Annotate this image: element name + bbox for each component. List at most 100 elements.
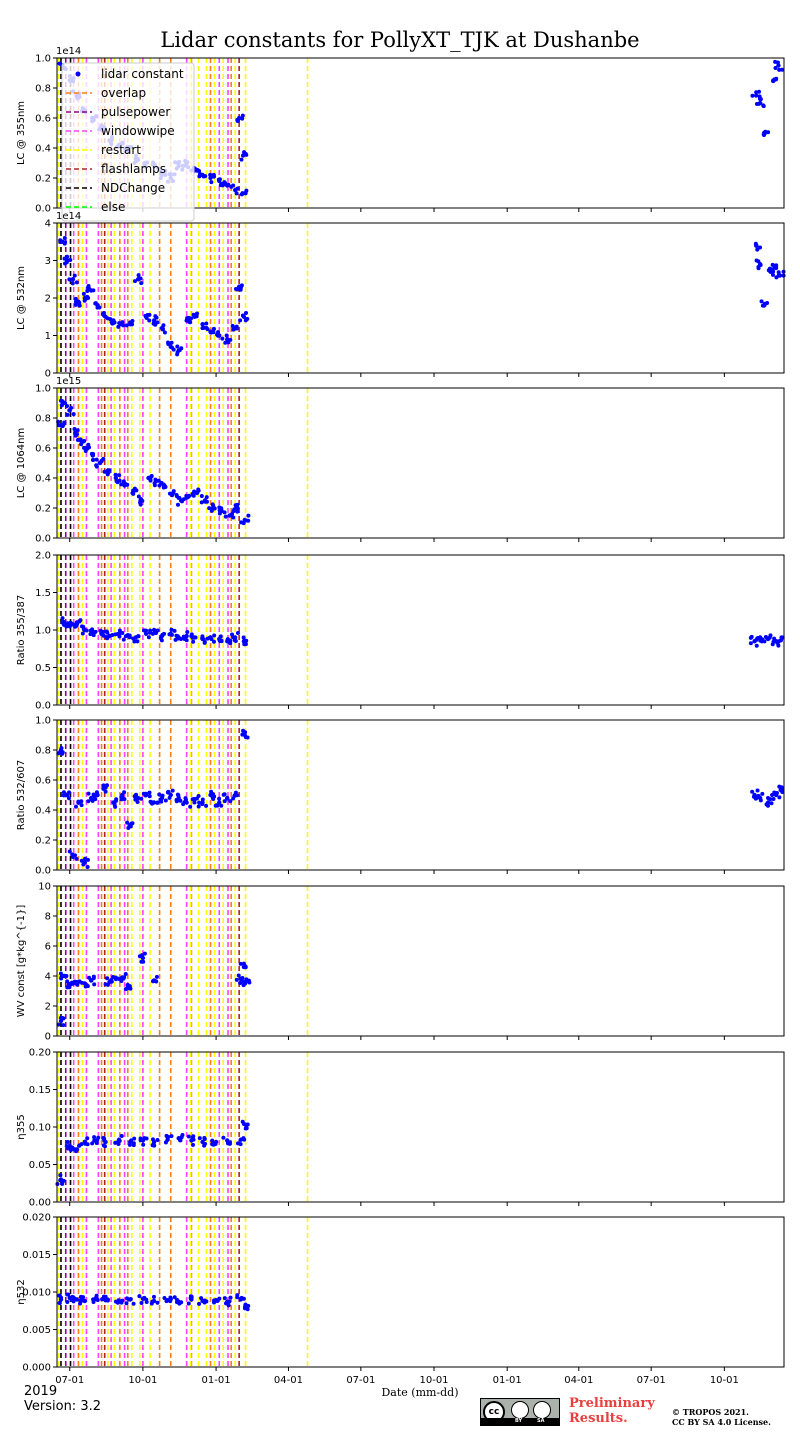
data-point-cluster bbox=[125, 986, 130, 991]
data-point-cluster bbox=[73, 804, 78, 809]
data-point-cluster bbox=[243, 735, 248, 740]
axes-frame bbox=[56, 387, 785, 539]
legend-label: windowwipe bbox=[101, 124, 175, 138]
data-point-cluster bbox=[235, 631, 240, 636]
data-point-cluster bbox=[205, 636, 210, 641]
data-point-cluster bbox=[762, 302, 767, 307]
data-point-cluster bbox=[65, 1292, 70, 1297]
data-point-cluster bbox=[73, 624, 78, 629]
data-point-cluster bbox=[245, 1307, 250, 1312]
data-point-cluster bbox=[92, 796, 97, 801]
data-point-cluster bbox=[125, 1296, 130, 1301]
data-point-cluster bbox=[191, 493, 196, 498]
data-point-cluster bbox=[233, 638, 238, 643]
data-point-cluster bbox=[776, 639, 781, 644]
data-point-cluster bbox=[774, 263, 779, 268]
data-point-cluster bbox=[141, 1142, 146, 1147]
data-point-cluster bbox=[131, 1301, 136, 1306]
data-point-cluster bbox=[72, 273, 77, 278]
data-point-cluster bbox=[81, 291, 86, 296]
data-point-cluster bbox=[169, 340, 174, 345]
data-point-cluster bbox=[235, 186, 240, 191]
y-tick-label: 0.0 bbox=[35, 701, 51, 712]
data-point-cluster bbox=[142, 951, 147, 956]
data-point-cluster bbox=[61, 1178, 66, 1183]
data-point-cluster bbox=[758, 97, 763, 102]
data-point-cluster bbox=[153, 322, 158, 327]
data-point-cluster bbox=[86, 286, 91, 291]
y-axis-label: Ratio 532/607 bbox=[16, 760, 27, 830]
data-point-cluster bbox=[185, 630, 190, 635]
data-point-cluster bbox=[221, 792, 226, 797]
data-point-cluster bbox=[181, 802, 186, 807]
x-tick-label: 07-01 bbox=[55, 1375, 84, 1386]
y-tick-label: 0.4 bbox=[35, 144, 51, 155]
data-point-cluster bbox=[102, 469, 107, 474]
data-point-cluster bbox=[91, 288, 96, 293]
data-point-cluster bbox=[754, 643, 759, 648]
data-point-cluster bbox=[754, 243, 759, 248]
data-point-cluster bbox=[155, 1300, 160, 1305]
axes-frame bbox=[56, 222, 785, 374]
data-point-cluster bbox=[241, 983, 246, 988]
axes-frame bbox=[56, 1216, 785, 1368]
data-point-cluster bbox=[82, 439, 87, 444]
axis-offset-label: 1e14 bbox=[56, 46, 81, 57]
data-point-cluster bbox=[234, 793, 239, 798]
data-point-cluster bbox=[211, 503, 216, 508]
data-point-cluster bbox=[60, 616, 65, 621]
y-tick-label: 0.8 bbox=[35, 414, 51, 425]
x-axis-label: Date (mm-dd) bbox=[381, 1386, 459, 1399]
data-point-cluster bbox=[77, 619, 82, 624]
data-point-cluster bbox=[163, 798, 168, 803]
data-point-cluster bbox=[233, 286, 238, 291]
data-point-cluster bbox=[61, 423, 66, 428]
data-point-cluster bbox=[123, 634, 128, 639]
data-point-cluster bbox=[226, 1140, 231, 1145]
data-point-cluster bbox=[208, 172, 213, 177]
data-point-cluster bbox=[138, 1136, 143, 1141]
data-point-cluster bbox=[192, 797, 197, 802]
data-point-cluster bbox=[65, 404, 70, 409]
y-axis-label: WV const [g*kg^{-1}] bbox=[16, 905, 27, 1018]
data-point-cluster bbox=[243, 318, 248, 323]
data-point-cluster bbox=[235, 1293, 240, 1298]
data-point-cluster bbox=[196, 804, 201, 809]
data-point-cluster bbox=[148, 477, 153, 482]
data-point-cluster bbox=[152, 481, 157, 486]
data-point-cluster bbox=[112, 802, 117, 807]
data-point-cluster bbox=[167, 491, 172, 496]
data-point-cluster bbox=[756, 264, 761, 269]
data-point-cluster bbox=[59, 402, 64, 407]
data-point-cluster bbox=[105, 976, 110, 981]
data-point-cluster bbox=[241, 635, 246, 640]
legend-label: restart bbox=[101, 143, 141, 157]
y-tick-label: 0.2 bbox=[35, 836, 51, 847]
data-point-cluster bbox=[86, 799, 91, 804]
data-point-cluster bbox=[145, 312, 150, 317]
data-point-cluster bbox=[239, 157, 244, 162]
data-point-cluster bbox=[232, 327, 237, 332]
data-point-cluster bbox=[57, 61, 62, 66]
data-point-cluster bbox=[162, 631, 167, 636]
data-point-cluster bbox=[131, 488, 136, 493]
data-point-cluster bbox=[58, 1173, 63, 1178]
data-point-cluster bbox=[100, 1297, 105, 1302]
data-point-cluster bbox=[88, 632, 93, 637]
data-point-cluster bbox=[133, 797, 138, 802]
data-point-cluster bbox=[147, 794, 152, 799]
axis-offset-label: 1e15 bbox=[56, 376, 81, 387]
data-point-cluster bbox=[240, 732, 245, 737]
data-point-cluster bbox=[74, 1149, 79, 1154]
data-point-cluster bbox=[213, 1142, 218, 1147]
y-tick-label: 4 bbox=[45, 972, 51, 983]
y-tick-label: 0.015 bbox=[22, 1250, 51, 1261]
data-point-cluster bbox=[172, 628, 177, 633]
data-point-cluster bbox=[168, 1299, 173, 1304]
data-point-cluster bbox=[84, 628, 89, 633]
data-point-cluster bbox=[71, 1299, 76, 1304]
data-point-cluster bbox=[82, 298, 87, 303]
y-tick-label: 1.0 bbox=[35, 626, 51, 637]
x-tick-label: 07-01 bbox=[637, 1375, 666, 1386]
data-point-cluster bbox=[94, 790, 99, 795]
